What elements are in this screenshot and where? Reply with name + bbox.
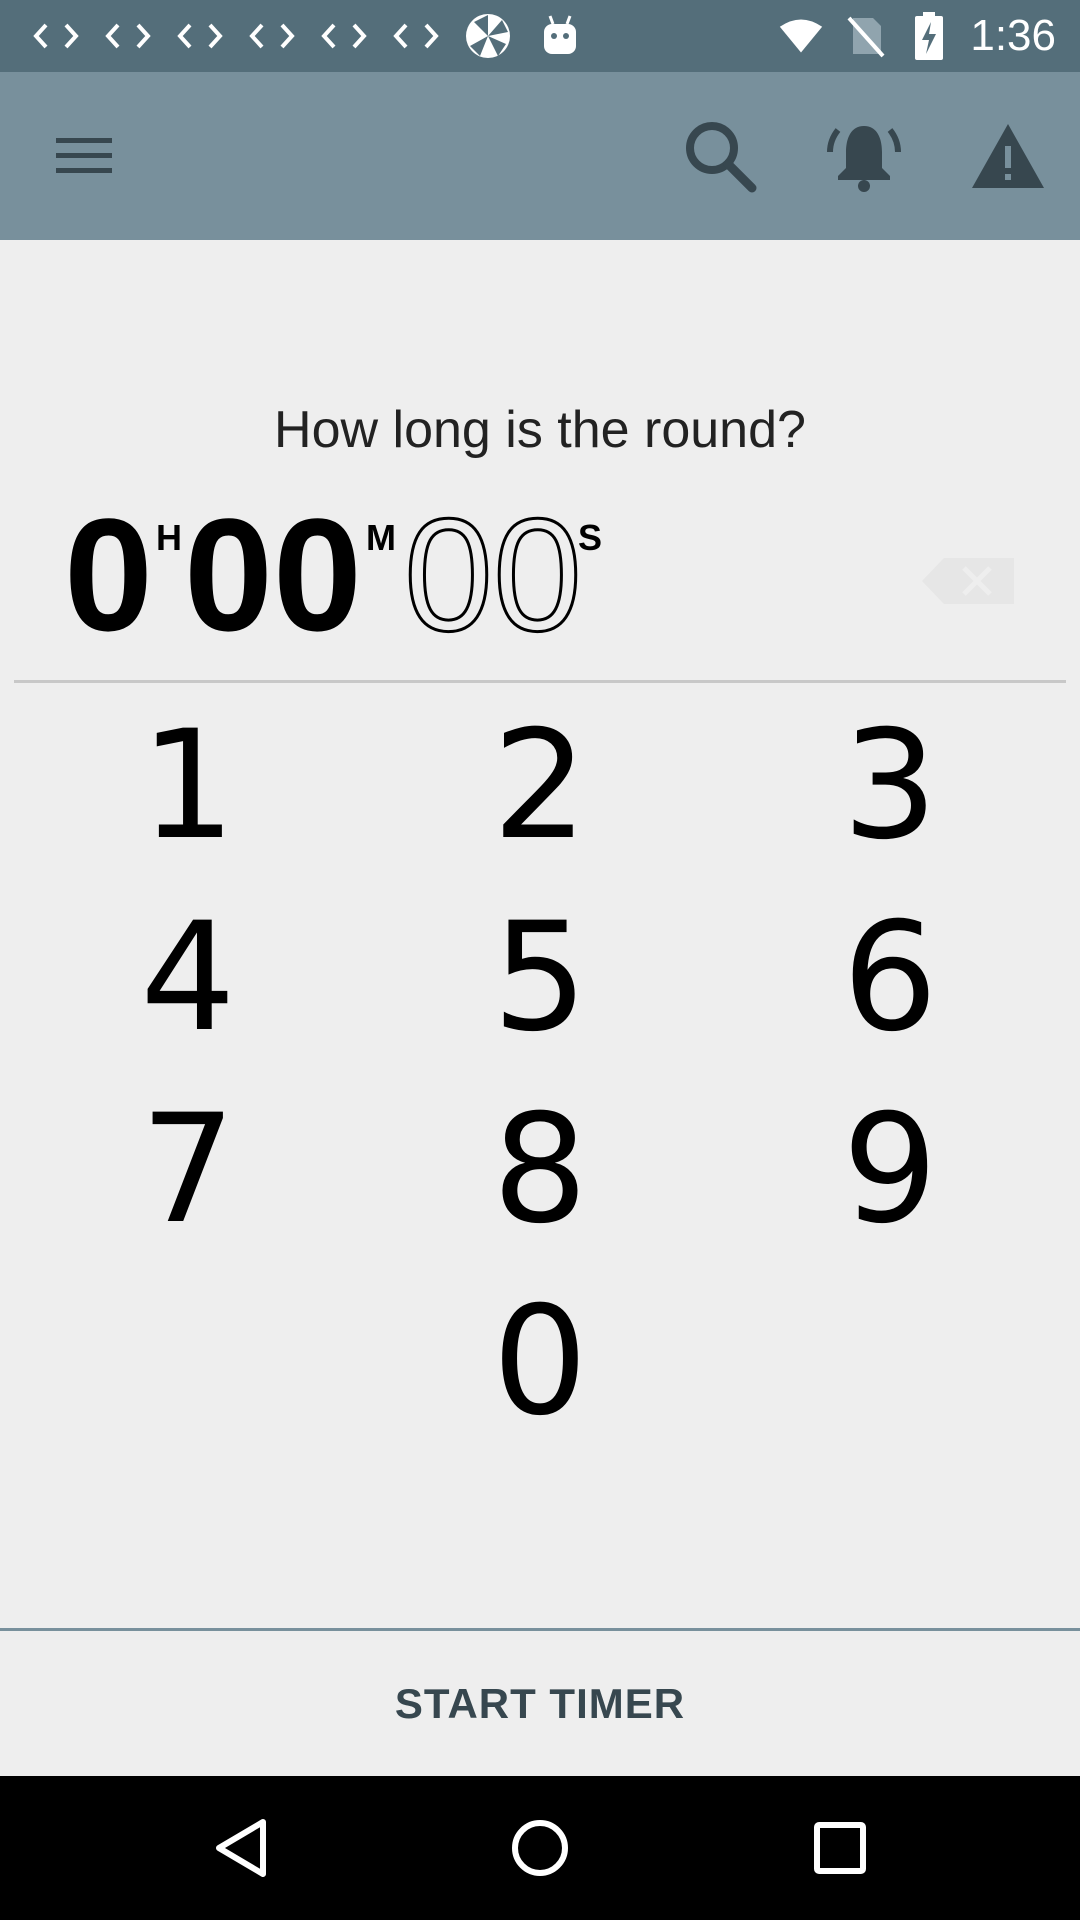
bottom-divider [0, 1628, 1080, 1631]
key-2[interactable]: 2 [420, 699, 660, 873]
key-9[interactable]: 9 [770, 1083, 1010, 1257]
warning-icon[interactable] [958, 106, 1058, 206]
pinwheel-icon [460, 12, 516, 60]
key-7[interactable]: 7 [68, 1083, 308, 1257]
back-icon[interactable] [196, 1803, 286, 1893]
recents-icon[interactable] [795, 1803, 885, 1893]
code-icon [100, 12, 156, 60]
system-status-icons: 1:36 [760, 0, 1056, 72]
code-icon [172, 12, 228, 60]
notification-icons [28, 12, 604, 60]
bell-icon[interactable] [814, 106, 914, 206]
code-icon [28, 12, 84, 60]
clock: 1:36 [970, 11, 1056, 60]
display-divider [14, 680, 1066, 683]
key-3[interactable]: 3 [770, 699, 1010, 873]
minutes-unit: M [366, 517, 396, 558]
key-6[interactable]: 6 [770, 891, 1010, 1065]
minutes-value: 00 [184, 485, 362, 664]
app-bar [0, 72, 1080, 240]
status-bar: 1:36 [0, 0, 1080, 72]
key-8[interactable]: 8 [420, 1083, 660, 1257]
android-icon [532, 12, 588, 60]
key-1[interactable]: 1 [68, 699, 308, 873]
backspace-icon[interactable] [920, 556, 1020, 606]
wifi-icon [778, 13, 824, 59]
navigation-bar [0, 1776, 1080, 1920]
key-4[interactable]: 4 [68, 891, 308, 1065]
code-icon [316, 12, 372, 60]
code-icon [388, 12, 444, 60]
key-0[interactable]: 0 [420, 1275, 660, 1449]
home-icon[interactable] [495, 1803, 585, 1893]
no-sim-icon [842, 13, 888, 59]
seconds-unit: S [578, 517, 603, 558]
hours-unit: H [156, 517, 182, 558]
key-5[interactable]: 5 [420, 891, 660, 1065]
menu-icon[interactable] [34, 106, 134, 206]
start-timer-button[interactable]: START TIMER [0, 1632, 1080, 1776]
code-icon [244, 12, 300, 60]
battery-charging-icon [906, 12, 952, 60]
prompt-label: How long is the round? [274, 401, 806, 459]
hours-value: 0 [64, 485, 153, 664]
search-icon[interactable] [670, 106, 770, 206]
seconds-value: 00 [403, 485, 584, 664]
